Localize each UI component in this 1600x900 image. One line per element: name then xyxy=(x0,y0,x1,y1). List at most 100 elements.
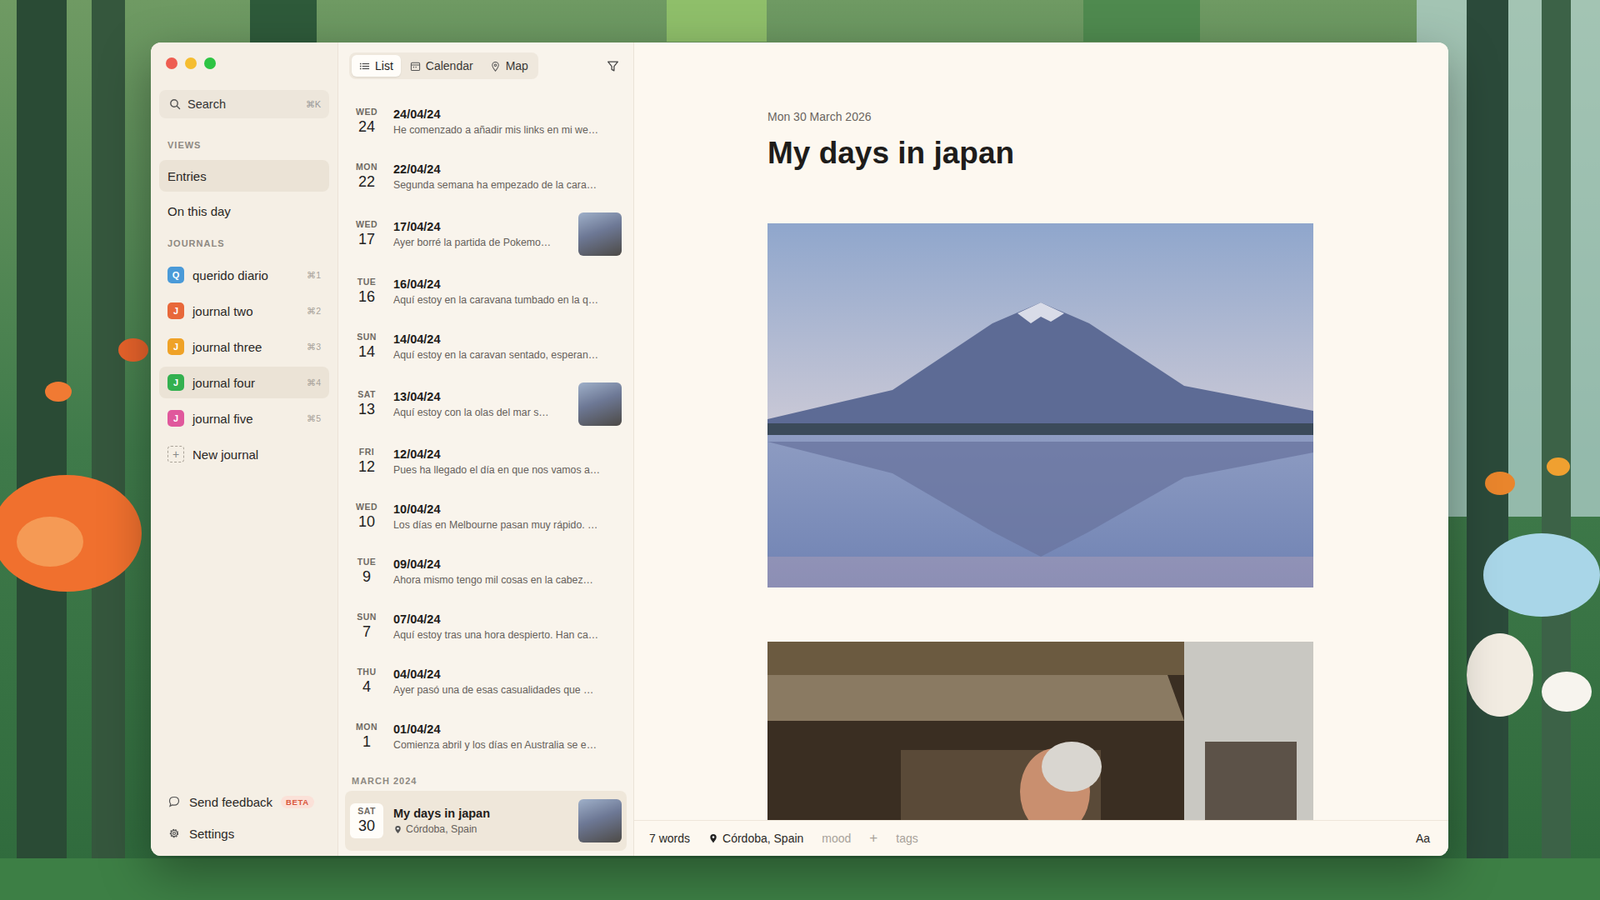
plus-icon: + xyxy=(167,445,185,463)
entry-date: TUE 16 xyxy=(350,277,384,305)
add-button[interactable]: + xyxy=(869,830,878,847)
entry-excerpt: Aquí estoy con la olas del mar s… xyxy=(393,406,569,419)
sidebar: Search ⌘K VIEWS EntriesOn this day JOURN… xyxy=(150,42,339,856)
entry-date: WED 17 xyxy=(350,220,384,248)
app-window: Search ⌘K VIEWS EntriesOn this day JOURN… xyxy=(150,42,1449,856)
entry-excerpt: Los días en Melbourne pasan muy rápido. … xyxy=(393,519,622,531)
list-icon xyxy=(359,60,370,72)
entry-row[interactable]: MON 1 01/04/24 Comienza abril y los días… xyxy=(345,709,627,765)
chat-bubble-icon xyxy=(167,795,181,809)
entry-excerpt: Ayer borré la partida de Pokemo… xyxy=(393,236,569,249)
entry-row[interactable]: WED 10 10/04/24 Los días en Melbourne pa… xyxy=(345,489,627,545)
journal-badge: J xyxy=(167,302,185,320)
text-format-button[interactable]: Aa xyxy=(1415,831,1430,845)
entry-row[interactable]: THU 4 04/04/24 Ayer pasó una de esas cas… xyxy=(345,654,627,710)
view-tab[interactable]: Map xyxy=(482,55,536,77)
entry-title: 10/04/24 xyxy=(393,502,622,516)
entry-thumbnail xyxy=(578,382,622,426)
desktop: Search ⌘K VIEWS EntriesOn this day JOURN… xyxy=(0,0,1600,900)
entry-excerpt: Pues ha llegado el día en que nos vamos … xyxy=(393,464,622,476)
entry-row[interactable]: WED 24 24/04/24 He comenzado a añadir mi… xyxy=(345,94,627,150)
entry-excerpt: Ayer pasó una de esas casualidades que … xyxy=(393,684,622,696)
entry-title: 07/04/24 xyxy=(393,612,622,626)
pin-icon xyxy=(708,833,719,844)
calendar-icon xyxy=(410,60,421,72)
entry-title: 14/04/24 xyxy=(393,332,622,346)
entry-row[interactable]: SAT 30 My days in japan Córdoba, Spain xyxy=(345,790,627,851)
view-tab[interactable]: List xyxy=(351,55,401,77)
send-feedback-button[interactable]: Send feedback BETA xyxy=(159,785,330,818)
pin-icon xyxy=(393,825,403,835)
entry-title: 01/04/24 xyxy=(393,722,622,736)
view-item[interactable]: On this day xyxy=(159,195,330,227)
entry-date: SAT 30 xyxy=(350,803,384,838)
new-journal-button[interactable]: + New journal xyxy=(159,438,330,470)
entry-excerpt: Aquí estoy en la caravan sentado, espera… xyxy=(393,349,622,361)
entry-row[interactable]: TUE 9 09/04/24 Ahora mismo tengo mil cos… xyxy=(345,544,627,600)
entry-title: 12/04/24 xyxy=(393,447,622,461)
journal-badge: J xyxy=(167,338,185,355)
mood-button[interactable]: mood xyxy=(821,831,851,845)
journals-heading: JOURNALS xyxy=(167,238,330,249)
journal-badge: J xyxy=(167,374,185,391)
entry-title: 24/04/24 xyxy=(393,107,622,121)
journal-item[interactable]: J journal four ⌘4 xyxy=(159,366,330,399)
entry-row[interactable]: SAT 13 13/04/24 Aquí estoy con la olas d… xyxy=(345,374,627,435)
entry-excerpt: Comienza abril y los días en Australia s… xyxy=(393,739,622,751)
journal-item[interactable]: Q querido diario ⌘1 xyxy=(159,259,330,291)
entry-row[interactable]: SUN 7 07/04/24 Aquí estoy tras una hora … xyxy=(345,599,627,655)
street-photo xyxy=(767,641,1314,820)
journal-item[interactable]: J journal three ⌘3 xyxy=(159,330,330,363)
search-field[interactable]: Search ⌘K xyxy=(159,90,330,119)
entry-title: 13/04/24 xyxy=(393,390,569,404)
search-shortcut: ⌘K xyxy=(305,99,321,110)
entry-thumbnail xyxy=(578,212,622,256)
month-heading: MARCH 2024 xyxy=(345,764,627,791)
entry-title: 17/04/24 xyxy=(393,220,569,234)
entry-row[interactable]: FRI 12 12/04/24 Pues ha llegado el día e… xyxy=(345,434,627,490)
entry-excerpt: Aquí estoy tras una hora despierto. Han … xyxy=(393,629,622,641)
journal-item[interactable]: J journal five ⌘5 xyxy=(159,402,330,435)
tags-field[interactable]: tags xyxy=(895,831,918,845)
search-icon xyxy=(169,98,181,110)
entry-title: 22/04/24 xyxy=(393,162,622,176)
journal-badge: J xyxy=(167,410,185,427)
entry-row[interactable]: TUE 16 16/04/24 Aquí estoy en la caravan… xyxy=(345,264,627,320)
word-count: 7 words xyxy=(649,831,690,845)
status-bar: 7 words Córdoba, Spain mood + tags Aa xyxy=(634,820,1449,856)
location-button[interactable]: Córdoba, Spain xyxy=(708,831,804,845)
mountain-photo xyxy=(767,223,1314,588)
journal-shortcut: ⌘1 xyxy=(306,270,321,280)
gear-icon xyxy=(167,826,181,840)
journal-item[interactable]: J journal two ⌘2 xyxy=(159,295,330,327)
entry-excerpt: He comenzado a añadir mis links en mi we… xyxy=(393,124,622,136)
entry-title: 16/04/24 xyxy=(393,277,622,291)
journal-badge: Q xyxy=(167,266,185,284)
close-button[interactable] xyxy=(165,57,178,70)
entry-date: WED 10 xyxy=(350,502,384,530)
entry-date: MON 1 xyxy=(350,722,384,750)
entry-row[interactable]: MON 22 22/04/24 Segunda semana ha empeza… xyxy=(345,149,627,205)
filter-icon[interactable] xyxy=(605,59,620,74)
entries-list: WED 24 24/04/24 He comenzado a añadir mi… xyxy=(338,89,634,851)
entry-date: FRI 12 xyxy=(350,447,384,475)
minimize-button[interactable] xyxy=(185,57,197,70)
beta-badge: BETA xyxy=(280,795,315,809)
zoom-button[interactable] xyxy=(204,57,216,70)
entry-title-heading[interactable]: My days in japan xyxy=(767,135,1449,172)
entry-date: MON 22 xyxy=(350,162,384,190)
traffic-lights xyxy=(159,42,330,85)
journal-shortcut: ⌘4 xyxy=(306,377,321,388)
entry-title: 09/04/24 xyxy=(393,557,622,571)
entry-row[interactable]: SUN 14 14/04/24 Aquí estoy en la caravan… xyxy=(345,319,627,375)
entry-excerpt: Aquí estoy en la caravana tumbado en la … xyxy=(393,294,622,306)
entry-date: SUN 14 xyxy=(350,332,384,360)
entry-row[interactable]: WED 17 17/04/24 Ayer borré la partida de… xyxy=(345,204,627,265)
entry-date: WED 24 xyxy=(350,107,384,135)
views-heading: VIEWS xyxy=(167,140,330,150)
view-item[interactable]: Entries xyxy=(159,160,330,192)
entry-date: THU 4 xyxy=(350,667,384,695)
view-tab[interactable]: Calendar xyxy=(402,55,481,77)
entry-title: My days in japan xyxy=(393,806,569,820)
settings-button[interactable]: Settings xyxy=(159,817,330,850)
